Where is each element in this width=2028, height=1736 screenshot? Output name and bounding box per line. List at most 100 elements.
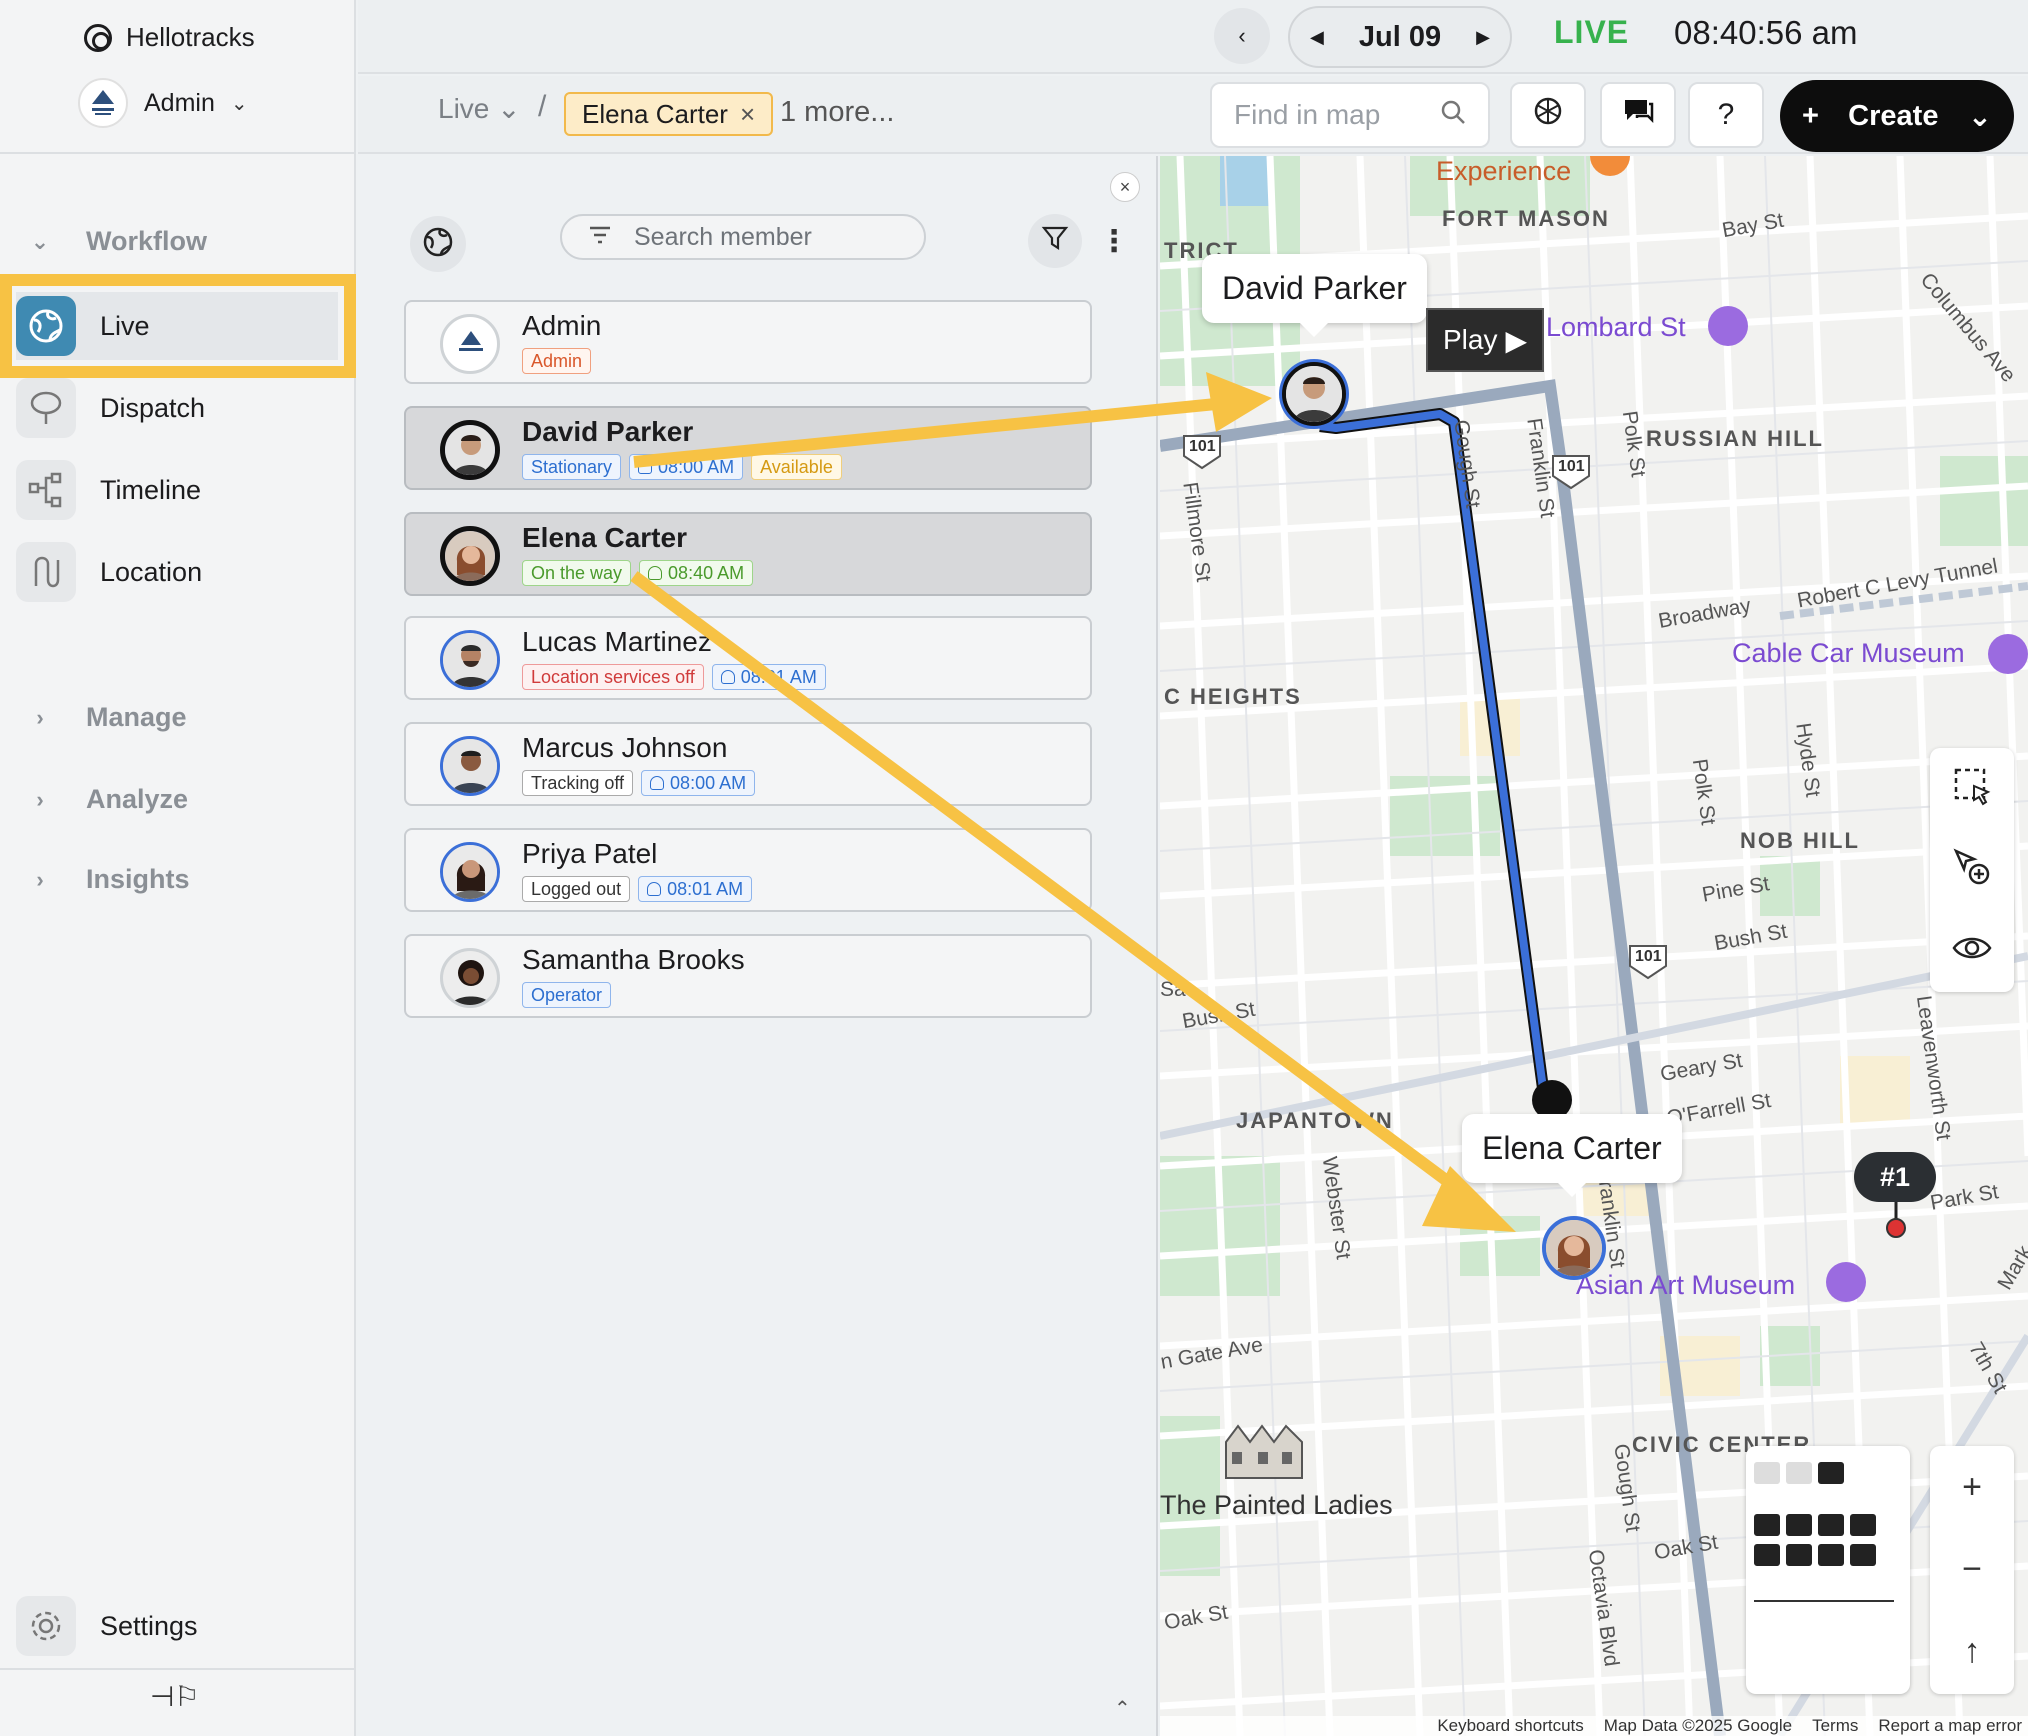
live-badge[interactable]: LIVE [1554,14,1629,51]
ai-assistant-button[interactable] [1510,82,1586,148]
brand[interactable]: Hellotracks [84,22,255,53]
close-icon[interactable]: × [740,99,755,130]
layer-thumbnail[interactable] [1786,1544,1812,1566]
time-tag: 08:01 AM [638,876,753,902]
neighborhood-label: C HEIGHTS [1164,684,1302,709]
sub-bar: Live ⌄ / Elena Carter × 1 more... Find i… [358,76,2028,154]
filter-chip-elena[interactable]: Elena Carter × [564,92,774,136]
layer-thumbnail[interactable] [1754,1544,1780,1566]
layer-thumbnail[interactable] [1754,1462,1780,1484]
create-label: Create [1848,99,1939,132]
create-button[interactable]: + Create ⌄ [1780,80,2014,152]
section-manage-label: Manage [86,702,187,732]
sidebar: Hellotracks Admin ⌄ ⌄ Workflow Live Disp… [0,0,356,1736]
job-pin-1[interactable]: #1 [1854,1152,1936,1202]
find-placeholder: Find in map [1234,99,1381,130]
map-layers-card[interactable] [1746,1446,1910,1694]
date-picker[interactable]: ◀ Jul 09 ▶ [1288,6,1512,68]
map[interactable]: 101 101 101 FORT MASON TRICT RUSSIAN HIL… [1160,156,2028,1736]
globe-icon [421,225,455,264]
caret-left-icon[interactable]: ◀ [1310,27,1324,48]
sidebar-item-timeline[interactable]: Timeline [16,456,338,524]
member-row-priya-patel[interactable]: Priya Patel Logged out 08:01 AM [404,828,1092,912]
poi-label[interactable]: Experience [1436,156,1571,187]
member-name: Admin [522,310,602,341]
poi-label[interactable]: Asian Art Museum [1576,1270,1795,1301]
chevron-up-icon[interactable]: ⌃ [1114,1696,1131,1721]
dispatch-pin-icon [16,378,76,438]
caret-right-icon[interactable]: ▶ [1476,27,1490,48]
member-name: Elena Carter [522,522,687,553]
layer-thumbnail[interactable] [1818,1514,1844,1536]
close-icon: × [1119,176,1131,197]
more-options-icon[interactable]: ⋮ [1094,216,1134,266]
avatar [440,314,500,374]
keyboard-shortcuts-link[interactable]: Keyboard shortcuts [1437,1716,1583,1736]
account-switcher[interactable]: Admin ⌄ [78,78,248,128]
prev-day-button[interactable]: ‹ [1214,8,1270,64]
person-icon [647,882,662,896]
zoom-out-button[interactable]: − [1930,1528,2014,1610]
avatar [440,420,500,480]
member-row-lucas-martinez[interactable]: Lucas Martinez Location services off 08:… [404,616,1092,700]
layer-thumbnail[interactable] [1786,1462,1812,1484]
report-error-link[interactable]: Report a map error [1878,1716,2022,1736]
tooltip-david-parker: David Parker [1202,254,1427,337]
brand-name: Hellotracks [126,22,255,52]
visibility-button[interactable] [1930,910,2014,991]
layer-thumbnail[interactable] [1850,1544,1876,1566]
layer-thumbnail[interactable] [1786,1514,1812,1536]
section-insights[interactable]: › Insights [30,864,189,895]
avatar [440,526,500,586]
neighborhood-label: FORT MASON [1442,206,1610,231]
neighborhood-label: NOB HILL [1740,828,1860,853]
select-area-button[interactable] [1930,748,2014,829]
section-workflow[interactable]: ⌄ Workflow [30,226,207,257]
member-row-elena-carter[interactable]: Elena Carter On the way 08:40 AM [404,512,1092,596]
member-row-admin[interactable]: Admin Admin [404,300,1092,384]
section-workflow-label: Workflow [86,226,207,256]
poi-label[interactable]: The Painted Ladies [1160,1490,1393,1521]
zoom-in-button[interactable]: + [1930,1446,2014,1528]
poi-label[interactable]: Cable Car Museum [1732,638,1965,669]
reset-bearing-button[interactable]: ↑ [1930,1610,2014,1692]
bayview-logo-icon [78,78,128,128]
play-button[interactable]: Play ▶ [1426,308,1544,372]
filter-button[interactable] [1028,214,1082,268]
layer-thumbnail[interactable] [1754,1514,1780,1536]
more-chips-link[interactable]: 1 more... [780,96,894,129]
map-marker-elena-carter[interactable] [1542,1216,1606,1280]
search-member-input[interactable]: Search member [560,214,926,260]
find-in-map-input[interactable]: Find in map [1210,82,1490,148]
section-analyze[interactable]: › Analyze [30,784,188,815]
member-row-david-parker[interactable]: David Parker Stationary 08:00 AM Availab… [404,406,1092,490]
play-label: Play [1442,324,1498,355]
time-tag: 08:40 AM [639,560,754,586]
breadcrumb-live[interactable]: Live ⌄ [438,92,521,125]
add-place-button[interactable] [1930,829,2014,910]
map-view-button[interactable] [410,216,466,272]
sidebar-item-settings[interactable]: Settings [16,1596,198,1656]
poi-label[interactable]: Lombard St [1546,312,1686,343]
chat-icon [1621,94,1655,136]
painted-ladies-icon [1225,1424,1303,1479]
layer-thumbnail[interactable] [1818,1462,1844,1484]
map-marker-david-parker[interactable] [1282,362,1346,426]
close-panel-button[interactable]: × [1110,172,1140,202]
member-row-samantha-brooks[interactable]: Samantha Brooks Operator [404,934,1092,1018]
sidebar-item-location[interactable]: Location [16,538,338,606]
layer-thumbnail[interactable] [1818,1544,1844,1566]
highway-label: 101 [1558,458,1585,475]
icon-size-slider[interactable] [1754,1600,1894,1602]
settings-label: Settings [100,1610,198,1641]
sidebar-item-dispatch[interactable]: Dispatch [16,374,338,442]
section-manage[interactable]: › Manage [30,702,187,733]
pin-sidebar-icon[interactable]: ⊣⚐ [150,1680,200,1713]
member-row-marcus-johnson[interactable]: Marcus Johnson Tracking off 08:00 AM [404,722,1092,806]
terms-link[interactable]: Terms [1812,1716,1858,1736]
layer-thumbnail[interactable] [1850,1514,1876,1536]
chevron-down-icon[interactable]: ⌄ [1968,99,1992,134]
help-button[interactable]: ? [1688,82,1764,148]
neighborhood-label: JAPANTOWN [1236,1108,1394,1133]
messages-button[interactable] [1600,82,1676,148]
